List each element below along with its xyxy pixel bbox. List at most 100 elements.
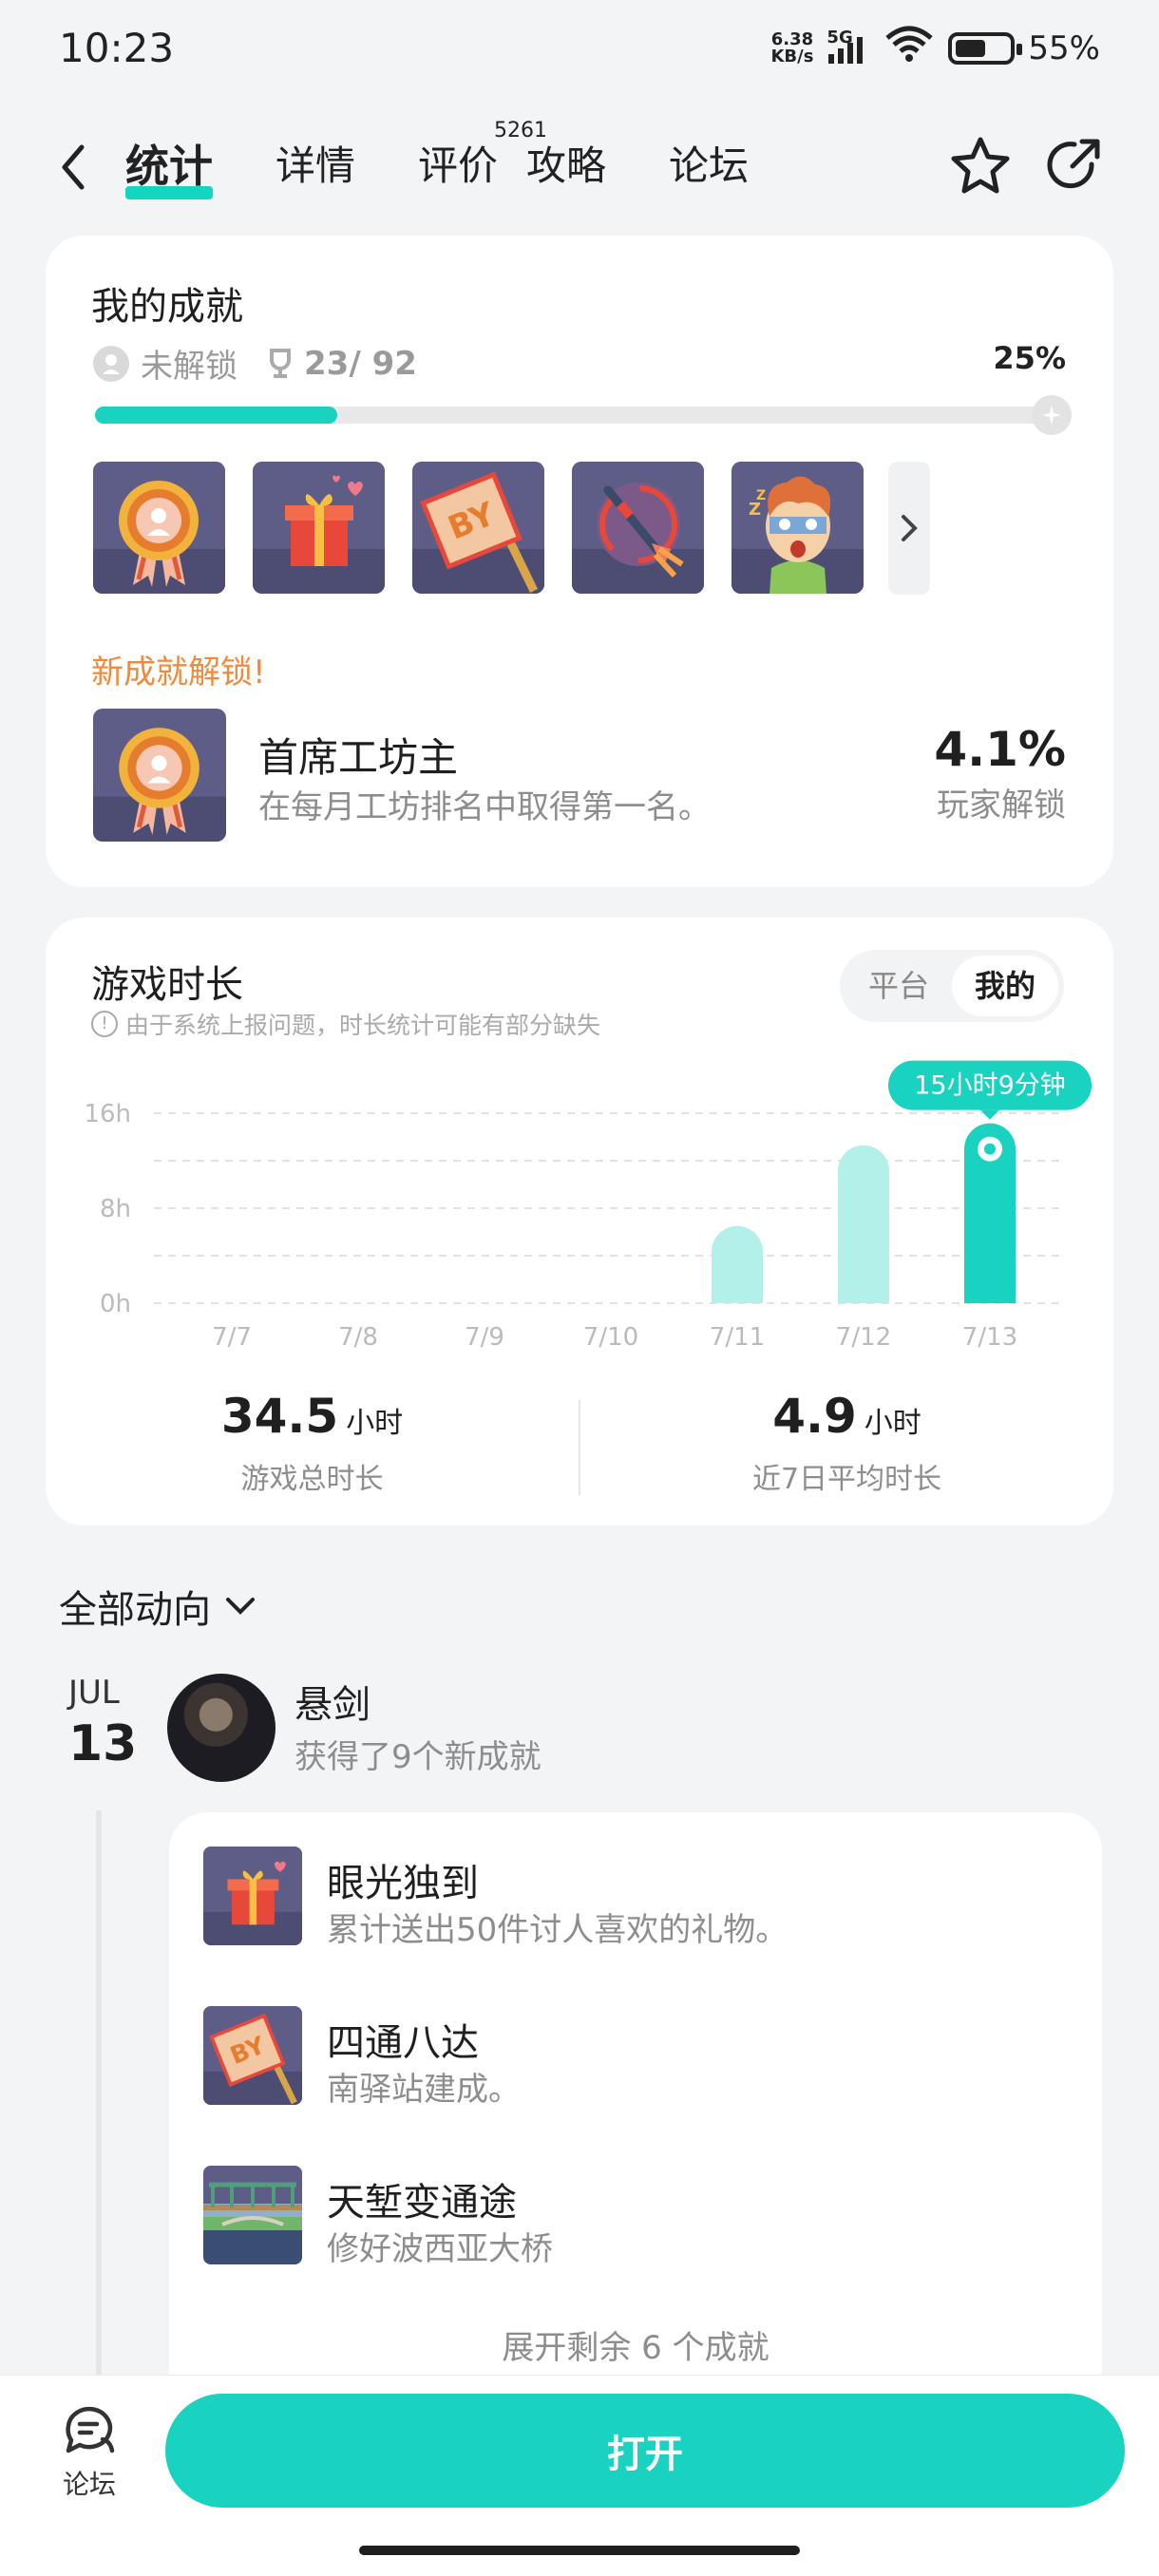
achievement-summary: 未解锁 23/ 92	[91, 340, 417, 387]
dart-icon[interactable]	[572, 462, 704, 594]
feed-item-desc: 南驿站建成。	[327, 2071, 521, 2109]
more-badges-button[interactable]	[888, 462, 930, 595]
feed-item[interactable]: BY 四通八达 南驿站建成。	[203, 2006, 1058, 2111]
star-icon	[951, 137, 1010, 194]
tab-guides[interactable]: 攻略	[526, 133, 606, 199]
chart-x-tick-label: 7/13	[962, 1323, 1017, 1352]
chart-tooltip-label: 15小时9分钟	[914, 1071, 1066, 1101]
expand-achievements-button[interactable]: 展开剩余 6 个成就	[169, 2321, 1102, 2368]
signal-icon: 5G	[826, 28, 870, 64]
gift-icon	[203, 1847, 302, 1945]
tab-reviews-label: 评价	[418, 142, 499, 189]
feed-item-name: 天堑变通途	[327, 2181, 517, 2225]
progress-end-icon	[1032, 395, 1072, 435]
tab-forum[interactable]: 论坛	[669, 133, 749, 199]
feed-item[interactable]: 天堑变通途 修好波西亚大桥	[203, 2166, 1058, 2270]
chart-bar	[712, 1225, 763, 1303]
new-unlock-badge[interactable]	[93, 709, 226, 842]
avg-playtime-label: 近7日平均时长	[751, 1463, 942, 1496]
chart-y-tick-label: 8h	[100, 1195, 131, 1223]
network-type: 5G	[826, 27, 853, 47]
trophy-icon	[270, 348, 291, 378]
new-unlock-percent-label: 玩家解锁	[937, 786, 1066, 824]
tab-details[interactable]: 详情	[276, 133, 355, 199]
chevron-down-icon	[226, 1598, 255, 1615]
new-unlock-percent: 4.1%	[934, 722, 1066, 777]
locked-achievement-icon	[93, 345, 129, 382]
activity-day: 13	[68, 1715, 138, 1772]
medal-icon	[93, 709, 226, 842]
feed-item-name: 眼光独到	[327, 1862, 479, 1905]
favorite-button[interactable]	[946, 131, 1015, 199]
total-playtime-label: 游戏总时长	[240, 1463, 384, 1496]
new-unlock-label: 新成就解锁!	[91, 653, 266, 691]
new-unlock-name: 首席工坊主	[258, 734, 459, 781]
playtime-note-text: 由于系统上报问题，时长统计可能有部分缺失	[125, 1012, 601, 1039]
playtime-toggle: 平台 我的	[840, 950, 1064, 1022]
share-icon	[1047, 139, 1100, 189]
home-indicator	[359, 2546, 800, 2555]
chart-y-tick-label: 16h	[84, 1100, 131, 1128]
total-playtime-value: 34.5	[220, 1389, 339, 1444]
activity-filter[interactable]: 全部动向	[59, 1579, 256, 1634]
status-time: 10:23	[59, 25, 175, 71]
chat-icon	[66, 2406, 115, 2453]
share-button[interactable]	[1039, 131, 1108, 199]
feed-item[interactable]: 眼光独到 累计送出50件讨人喜欢的礼物。	[203, 1847, 1058, 1951]
bridge-icon	[203, 2166, 302, 2264]
face-icon[interactable]: Z Z	[732, 462, 864, 594]
wifi-icon	[884, 25, 935, 71]
achievement-percent: 25%	[993, 340, 1066, 376]
gift-icon[interactable]	[253, 462, 385, 594]
chart-x-tick-label: 7/8	[338, 1323, 378, 1352]
total-playtime: 34.5 小时 游戏总时长	[46, 1389, 579, 1497]
chart-x-tick-label: 7/9	[465, 1323, 504, 1352]
activity-month: JUL	[68, 1674, 120, 1712]
status-bar-right: 6.38 KB/s 5G 55%	[770, 25, 1100, 71]
nav-tabs: 统计 详情 评价 5261 攻略 论坛	[125, 120, 811, 199]
back-button[interactable]	[49, 139, 97, 196]
playtime-chart: 0h 8h 16h 7/7 7/8 7/9 7/10 7/11 7/12 7/13 15小时9分钟	[84, 1060, 1092, 1352]
achievements-title: 我的成就	[91, 285, 243, 329]
back-icon	[62, 144, 85, 190]
playtime-note: ! 由于系统上报问题，时长统计可能有部分缺失	[91, 1007, 600, 1041]
feed-item-desc: 累计送出50件讨人喜欢的礼物。	[327, 1911, 788, 1949]
chart-bar	[838, 1145, 889, 1303]
forum-button[interactable]: 论坛	[44, 2403, 135, 2502]
battery-percent: 55%	[1028, 28, 1100, 67]
net-speed: 6.38 KB/s	[770, 28, 814, 66]
achievement-count: 23/ 92	[304, 344, 417, 383]
toggle-mine[interactable]: 我的	[952, 956, 1058, 1016]
avg-playtime-unit: 小时	[864, 1407, 922, 1440]
achievement-progress-fill	[95, 407, 337, 424]
tab-reviews[interactable]: 评价 5261	[418, 120, 547, 199]
medal-icon[interactable]	[93, 462, 225, 594]
locked-label: 未解锁	[141, 348, 238, 386]
achievement-progress-bar	[95, 395, 1072, 435]
new-unlock-desc: 在每月工坊排名中取得第一名。	[258, 788, 711, 826]
chart-x-tick-label: 7/11	[710, 1323, 765, 1352]
user-name[interactable]: 悬剑	[294, 1674, 370, 1729]
user-activity-summary: 获得了9个新成就	[294, 1738, 542, 1776]
chart-tooltip-arrow	[980, 1109, 999, 1120]
chart-x-tick-label: 7/10	[583, 1323, 638, 1352]
open-game-button[interactable]: 打开	[165, 2394, 1125, 2508]
chart-y-tick-label: 0h	[100, 1290, 131, 1318]
avg-playtime-value: 4.9	[772, 1389, 857, 1444]
chart-x-tick-label: 7/7	[212, 1323, 252, 1352]
achievement-badges: BY Z Z	[93, 462, 864, 594]
total-playtime-unit: 小时	[346, 1407, 404, 1440]
sign-icon: BY	[203, 2006, 302, 2105]
timeline-line	[96, 1810, 102, 2380]
tab-stats[interactable]: 统计	[125, 133, 213, 199]
avatar[interactable]	[167, 1674, 276, 1782]
forum-label: 论坛	[62, 2469, 116, 2500]
chevron-right-icon	[902, 515, 918, 541]
chart-x-tick-label: 7/12	[836, 1323, 891, 1352]
info-icon: !	[91, 1011, 118, 1037]
activity-filter-label: 全部动向	[59, 1588, 211, 1632]
sign-icon[interactable]: BY	[412, 462, 544, 594]
chart-highlight-dot-core	[984, 1143, 996, 1155]
feed-item-name: 四通八达	[327, 2021, 479, 2065]
toggle-platform[interactable]: 平台	[846, 956, 952, 1016]
